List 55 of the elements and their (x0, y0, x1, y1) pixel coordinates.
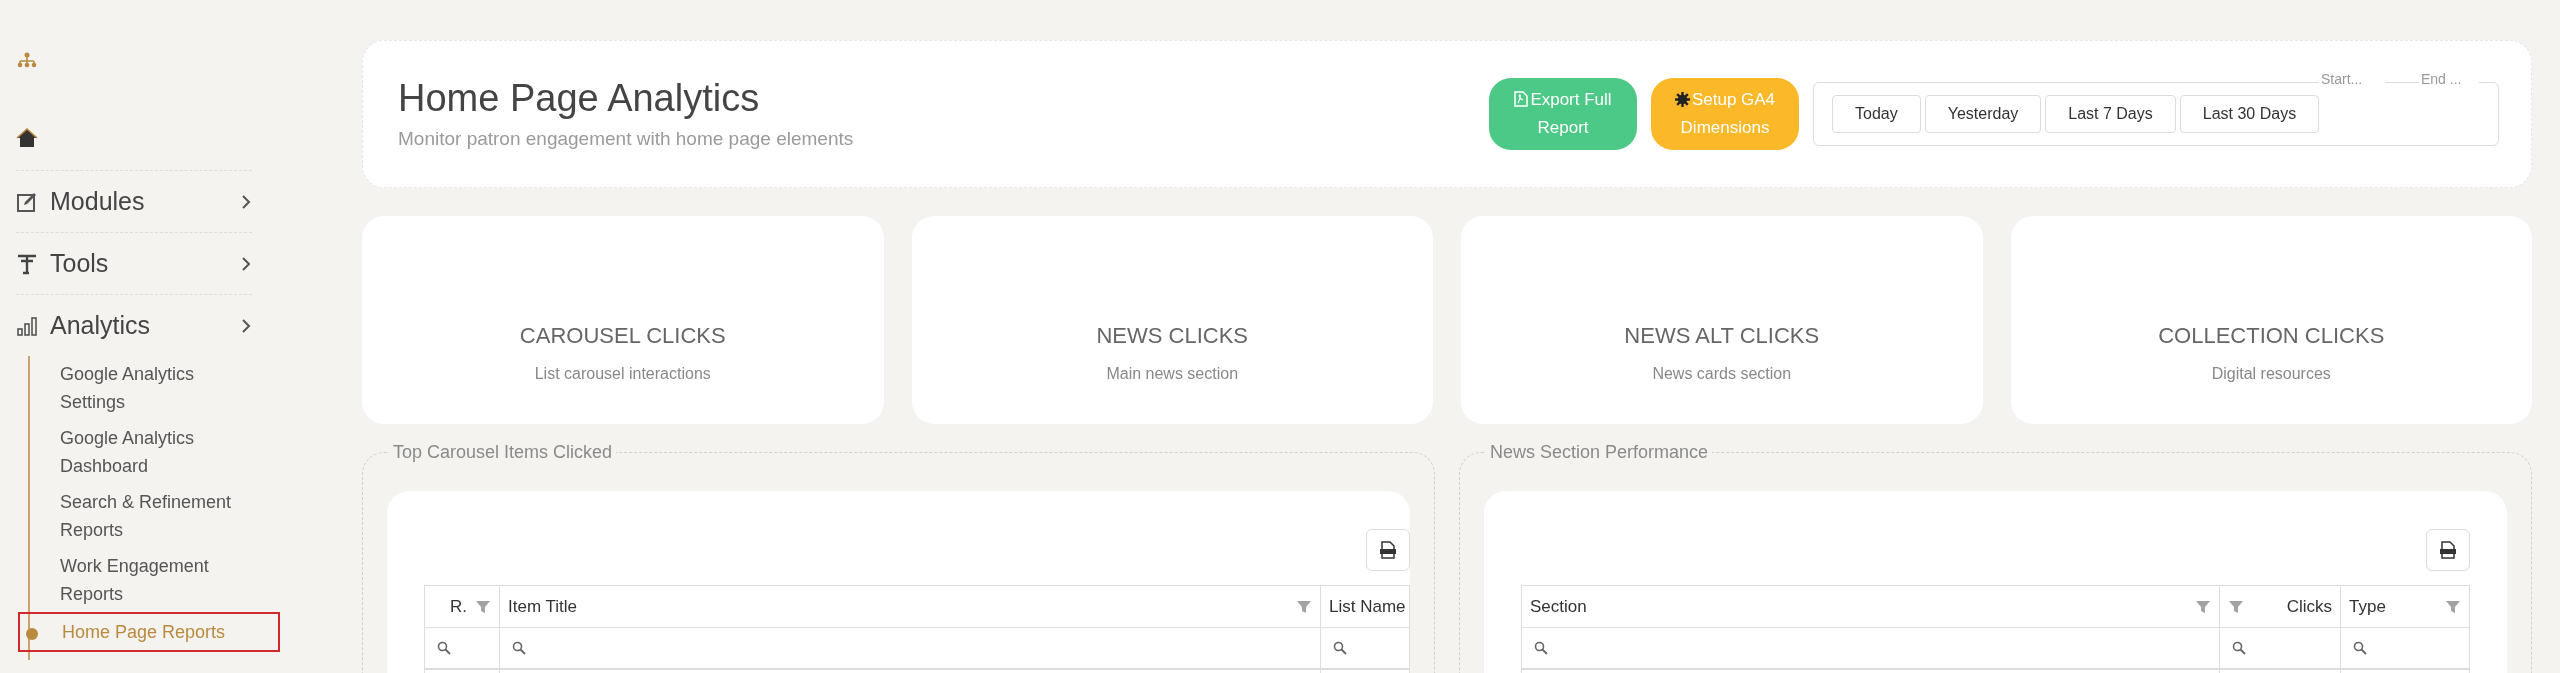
bar-chart-icon (16, 314, 38, 337)
export-excel-button[interactable] (1366, 529, 1410, 571)
tools-icon (16, 252, 38, 275)
nav-label: Analytics (50, 309, 152, 341)
submenu-item[interactable]: Search & Refinement Reports (18, 484, 280, 548)
chevron-right-icon (240, 255, 252, 272)
submenu-item[interactable]: Google Analytics Dashboard (18, 420, 280, 484)
search-icon (2353, 641, 2367, 655)
search-icon (2232, 641, 2246, 655)
stat-subtitle: List carousel interactions (534, 364, 711, 384)
column-header[interactable]: R. (450, 593, 467, 620)
stat-subtitle: Main news section (1106, 364, 1239, 384)
filter-icon[interactable] (1296, 598, 1312, 615)
date-preset-button[interactable]: Today (1832, 95, 1921, 133)
date-preset-button[interactable]: Last 7 Days (2045, 95, 2176, 133)
search-icon (1333, 641, 1347, 655)
column-header[interactable]: Clicks (2286, 593, 2332, 620)
search-icon (1534, 641, 1548, 655)
xlsx-file-icon (2440, 541, 2456, 559)
stat-title: NEWS ALT CLICKS (1624, 322, 1820, 350)
search-icon (512, 641, 526, 655)
page-subtitle: Monitor patron engagement with home page elements (398, 126, 855, 151)
chevron-right-icon (240, 193, 252, 210)
stat-subtitle: Digital resources (2211, 364, 2331, 384)
stat-title: NEWS CLICKS (1096, 322, 1249, 350)
nav-item[interactable]: Tools (16, 232, 252, 294)
column-header[interactable]: List Name (1329, 593, 1406, 620)
submenu-item[interactable]: Google Analytics Settings (18, 356, 280, 420)
export-excel-button[interactable] (2426, 529, 2470, 571)
filter-icon[interactable] (2445, 598, 2461, 615)
column-header[interactable]: Section (1530, 593, 1587, 620)
xlsx-file-icon (1380, 541, 1396, 559)
column-header[interactable]: Type (2349, 593, 2386, 620)
pdf-file-icon (1514, 91, 1529, 107)
stat-title: COLLECTION CLICKS (2158, 322, 2385, 350)
date-preset-button[interactable]: Yesterday (1924, 95, 2042, 133)
nav-item[interactable]: Analytics (16, 294, 252, 356)
edit-icon (16, 190, 38, 213)
nav-label: Tools (50, 247, 110, 279)
filter-icon[interactable] (2228, 598, 2244, 615)
sitemap-icon (17, 52, 37, 68)
filter-icon[interactable] (2195, 598, 2211, 615)
column-header[interactable]: Item Title (508, 593, 577, 620)
filter-icon[interactable] (475, 598, 491, 615)
gear-icon (1674, 92, 1690, 107)
stat-title: CAROUSEL CLICKS (519, 322, 726, 350)
submenu-item[interactable]: Work Engagement Reports (18, 548, 280, 612)
chevron-right-icon (240, 317, 252, 334)
nav-label: Modules (50, 185, 146, 217)
search-icon (437, 641, 451, 655)
page-title: Home Page Analytics (398, 75, 761, 121)
stat-subtitle: News cards section (1652, 364, 1792, 384)
date-preset-button[interactable]: Last 30 Days (2179, 95, 2320, 133)
home-icon[interactable] (16, 128, 38, 148)
nav-item[interactable]: Modules (16, 170, 252, 232)
